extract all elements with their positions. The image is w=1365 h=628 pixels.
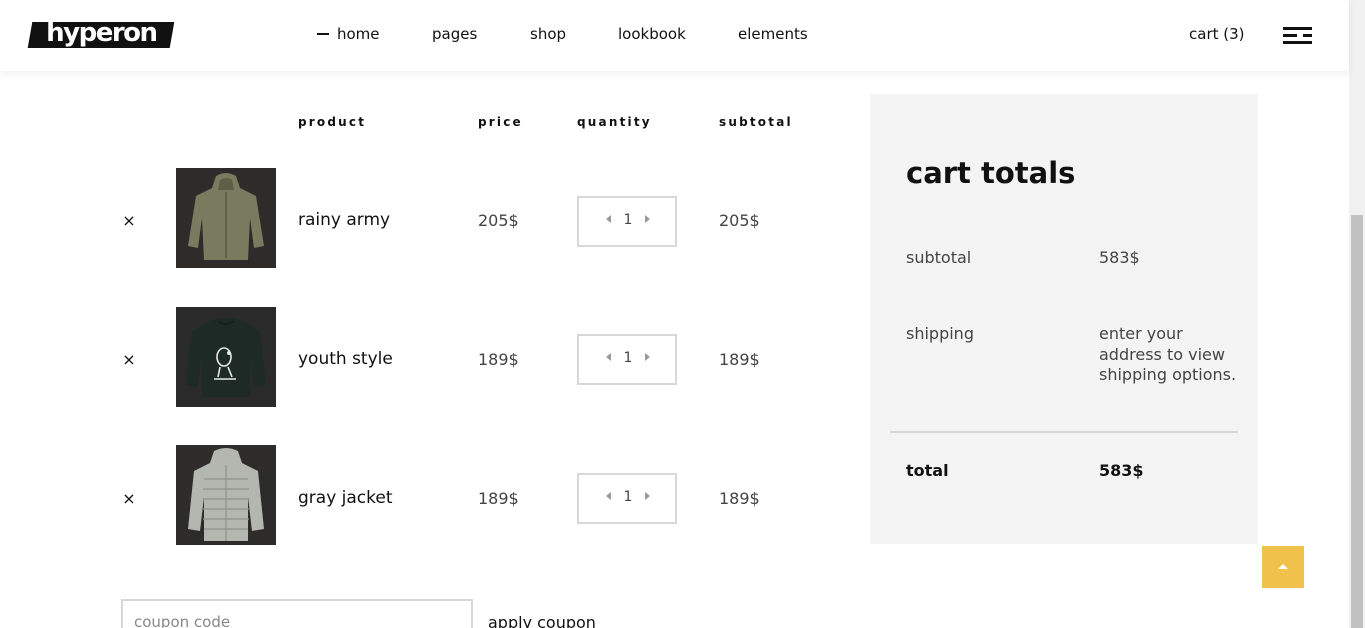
nav-item-elements[interactable]: elements (738, 25, 808, 43)
remove-item-icon[interactable]: × (122, 352, 136, 368)
product-price: 189$ (478, 350, 519, 369)
hamburger-icon[interactable] (1283, 27, 1312, 44)
row-subtotal: 205$ (719, 211, 760, 230)
nav-item-lookbook[interactable]: lookbook (618, 25, 686, 43)
remove-item-icon[interactable]: × (122, 213, 136, 229)
decrement-icon[interactable] (606, 492, 611, 500)
cart-link[interactable]: cart (3) (1189, 25, 1245, 43)
remove-item-icon[interactable]: × (122, 491, 136, 507)
coupon-field[interactable] (121, 599, 473, 628)
nav-item-pages[interactable]: pages (432, 25, 477, 43)
column-header-quantity: quantity (577, 115, 652, 129)
quantity-value[interactable]: 1 (617, 212, 639, 228)
product-price: 189$ (478, 489, 519, 508)
quantity-value[interactable]: 1 (617, 489, 639, 505)
site-header: hyperon home pages shop lookbook element… (0, 0, 1349, 71)
logo-text: hyperon (46, 18, 157, 48)
product-image[interactable] (176, 445, 276, 545)
cart-totals-panel: cart totals subtotal 583$ shipping enter… (870, 94, 1258, 544)
product-name[interactable]: gray jacket (298, 488, 393, 508)
subtotal-label: subtotal (906, 248, 972, 267)
nav-item-shop[interactable]: shop (530, 25, 566, 43)
site-logo[interactable]: hyperon (27, 18, 175, 48)
increment-icon[interactable] (645, 492, 650, 500)
total-value: 583$ (1099, 461, 1144, 480)
nav-item-home[interactable]: home (317, 25, 380, 43)
cart-totals-title: cart totals (906, 156, 1076, 190)
column-header-price: price (478, 115, 523, 129)
decrement-icon[interactable] (606, 353, 611, 361)
row-subtotal: 189$ (719, 489, 760, 508)
active-dash-icon (317, 32, 329, 35)
product-image[interactable] (176, 307, 276, 407)
totals-divider (890, 431, 1238, 433)
quantity-stepper[interactable]: 1 (577, 334, 677, 385)
product-price: 205$ (478, 211, 519, 230)
shipping-note: enter your address to view shipping opti… (1099, 324, 1237, 384)
increment-icon[interactable] (645, 215, 650, 223)
nav-label-home: home (337, 25, 380, 43)
increment-icon[interactable] (645, 353, 650, 361)
column-header-product: product (298, 115, 367, 129)
coupon-input[interactable] (134, 613, 454, 628)
scrollbar-thumb[interactable] (1351, 215, 1363, 628)
row-subtotal: 189$ (719, 350, 760, 369)
quantity-value[interactable]: 1 (617, 350, 639, 366)
quantity-stepper[interactable]: 1 (577, 473, 677, 524)
total-label: total (906, 461, 949, 480)
product-image[interactable] (176, 168, 276, 268)
arrow-up-icon (1278, 564, 1288, 569)
subtotal-value: 583$ (1099, 248, 1140, 267)
quantity-stepper[interactable]: 1 (577, 196, 677, 247)
product-name[interactable]: youth style (298, 349, 393, 369)
product-name[interactable]: rainy army (298, 210, 390, 230)
back-to-top-button[interactable] (1262, 546, 1304, 588)
shipping-label: shipping (906, 324, 974, 343)
apply-coupon-button[interactable]: apply coupon (488, 613, 596, 628)
column-header-subtotal: subtotal (719, 115, 793, 129)
decrement-icon[interactable] (606, 215, 611, 223)
